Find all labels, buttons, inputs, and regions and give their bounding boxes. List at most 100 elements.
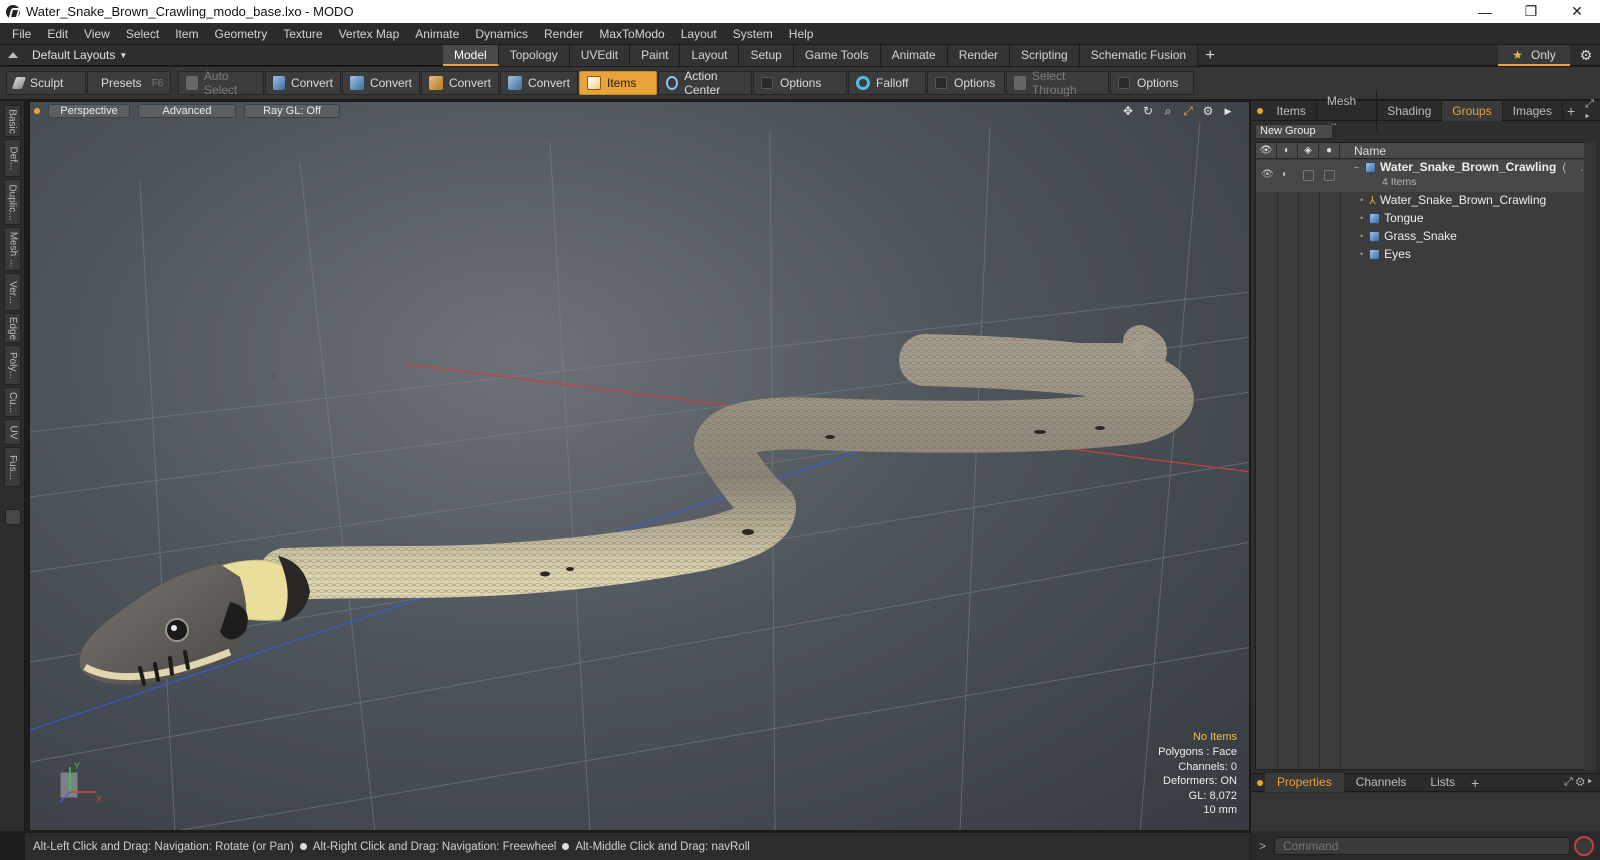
view-mode-dropdown[interactable]: Perspective [48, 104, 130, 118]
tree-item[interactable]: • ⅄ Water_Snake_Brown_Crawling [1360, 193, 1546, 207]
tab-game-tools[interactable]: Game Tools [793, 44, 881, 66]
menu-dynamics[interactable]: Dynamics [467, 23, 536, 45]
lock-column-icon[interactable]: ◈ [1298, 142, 1319, 159]
action-center-options-button[interactable]: Options [753, 71, 847, 95]
menu-system[interactable]: System [725, 23, 781, 45]
collapse-toggle-icon[interactable]: – [1354, 162, 1359, 172]
add-tab-plus-icon[interactable]: + [1567, 103, 1575, 119]
presets-button[interactable]: Presets F6 [87, 71, 171, 95]
falloff-button[interactable]: Falloff [848, 71, 926, 95]
close-button[interactable]: ✕ [1554, 0, 1600, 23]
snake-model[interactable] [79, 325, 1193, 686]
menu-item[interactable]: Item [167, 23, 206, 45]
convert-button-1[interactable]: Convert [265, 71, 341, 95]
tab-animate[interactable]: Animate [880, 44, 948, 66]
expand-arrow-icon[interactable]: ▶ [1221, 104, 1235, 118]
menu-render[interactable]: Render [536, 23, 591, 45]
tree-item[interactable]: • Eyes [1360, 247, 1411, 261]
menu-select[interactable]: Select [118, 23, 167, 45]
group-lock-checkbox[interactable] [1303, 170, 1314, 181]
raygl-dropdown[interactable]: Ray GL: Off [244, 104, 340, 118]
tab-uvedit[interactable]: UVEdit [569, 44, 631, 66]
vtab-polygon[interactable]: Poly... [4, 345, 21, 385]
restore-button[interactable]: ❐ [1508, 0, 1554, 23]
auto-select-button[interactable]: Auto Select [178, 69, 264, 97]
tab-properties[interactable]: Properties [1265, 773, 1344, 792]
vtab-deform[interactable]: Def... [4, 139, 21, 177]
viewport-menu-dot-icon[interactable] [34, 108, 40, 114]
group-visibility-eye-icon[interactable]: 👁 [1261, 169, 1274, 180]
select-through-button[interactable]: Select Through [1006, 69, 1109, 97]
command-input[interactable] [1274, 837, 1571, 855]
select-through-options-button[interactable]: Options [1110, 71, 1194, 95]
tab-paint[interactable]: Paint [630, 44, 681, 66]
group-render-icon[interactable]: ◐ [1282, 169, 1288, 180]
tree-item[interactable]: • Tongue [1360, 211, 1424, 225]
items-mode-button[interactable]: Items [579, 71, 657, 95]
tab-groups[interactable]: Groups [1442, 100, 1503, 121]
tab-channels[interactable]: Channels [1344, 773, 1419, 792]
menu-help[interactable]: Help [781, 23, 822, 45]
tab-schematic-fusion[interactable]: Schematic Fusion [1079, 44, 1199, 66]
tab-images[interactable]: Images [1503, 100, 1563, 121]
tab-topology[interactable]: Topology [498, 44, 570, 66]
zoom-icon[interactable]: ⌕ [1161, 104, 1175, 118]
vtab-curve[interactable]: Cu... [4, 387, 21, 417]
visibility-column-eye-icon[interactable]: 👁 [1256, 142, 1277, 159]
pan-icon[interactable]: ✥ [1121, 104, 1135, 118]
record-macro-icon[interactable] [1574, 836, 1595, 856]
vtab-duplicate[interactable]: Duplic... [4, 179, 21, 225]
props-expand-gear-icon[interactable]: ⤢ ⚙ ▸ [1564, 776, 1592, 789]
menu-geometry[interactable]: Geometry [207, 23, 276, 45]
props-menu-dot-icon[interactable] [1257, 779, 1263, 786]
vtab-fusion[interactable]: Fus... [4, 447, 21, 487]
tree-item[interactable]: • Grass_Snake [1360, 229, 1457, 243]
menu-edit[interactable]: Edit [39, 23, 76, 45]
tab-render[interactable]: Render [947, 44, 1011, 66]
menu-file[interactable]: File [4, 23, 39, 45]
group-row[interactable]: – Water_Snake_Brown_Crawling ( ... [1354, 160, 1590, 174]
3d-viewport[interactable]: × Y X Perspective Advanced Ray GL: Off ✥… [29, 101, 1250, 831]
add-tab-plus-icon[interactable]: + [1471, 775, 1479, 791]
convert-button-3[interactable]: Convert [421, 71, 499, 95]
vtab-basic[interactable]: Basic [4, 105, 21, 137]
add-tab-plus-icon[interactable]: + [1198, 45, 1222, 66]
name-column-header[interactable]: Name [1340, 144, 1386, 158]
tab-items[interactable]: Items [1267, 100, 1317, 121]
menu-animate[interactable]: Animate [407, 23, 467, 45]
new-group-button[interactable]: New Group [1255, 124, 1333, 139]
menu-maxtomodo[interactable]: MaxToModo [591, 23, 672, 45]
gear-icon[interactable]: ⚙ [1574, 45, 1598, 66]
vtab-vertex[interactable]: Ver... [4, 273, 21, 311]
collapse-arrow-icon[interactable] [8, 52, 18, 58]
convert-button-2[interactable]: Convert [342, 71, 420, 95]
shading-dropdown[interactable]: Advanced [138, 104, 236, 118]
vtab-uv[interactable]: UV [4, 419, 21, 445]
menu-vertex-map[interactable]: Vertex Map [331, 23, 408, 45]
tab-shading[interactable]: Shading [1377, 100, 1443, 121]
action-center-button[interactable]: Action Center [658, 69, 752, 97]
menu-layout[interactable]: Layout [673, 23, 725, 45]
select-column-icon[interactable]: ● [1319, 142, 1340, 159]
vtab-edge[interactable]: Edge [4, 313, 21, 343]
panel-scrollbar[interactable] [1584, 142, 1596, 770]
tab-setup[interactable]: Setup [739, 44, 794, 66]
fit-icon[interactable]: ⤢ [1181, 104, 1195, 118]
only-toggle[interactable]: ★ Only [1498, 45, 1570, 66]
render-column-icon[interactable]: ◐ [1277, 142, 1298, 159]
panel-menu-dot-icon[interactable] [1257, 107, 1263, 114]
minimize-button[interactable]: — [1462, 0, 1508, 23]
vtab-mesh[interactable]: Mesh ... [4, 227, 21, 271]
tab-lists[interactable]: Lists [1418, 773, 1467, 792]
layouts-dropdown[interactable]: Default Layouts ▼ [8, 48, 428, 62]
sculpt-button[interactable]: Sculpt [6, 71, 86, 95]
viewport-gear-icon[interactable]: ⚙ [1201, 104, 1215, 118]
tab-layout[interactable]: Layout [680, 44, 740, 66]
convert-button-4[interactable]: Convert [500, 71, 578, 95]
menu-view[interactable]: View [76, 23, 118, 45]
tab-model[interactable]: Model [443, 44, 499, 66]
falloff-options-button[interactable]: Options [927, 71, 1005, 95]
strip-toggle-button[interactable] [5, 509, 21, 525]
panel-expand-icon[interactable]: ⤢ ▸ [1585, 98, 1600, 124]
tab-scripting[interactable]: Scripting [1010, 44, 1080, 66]
